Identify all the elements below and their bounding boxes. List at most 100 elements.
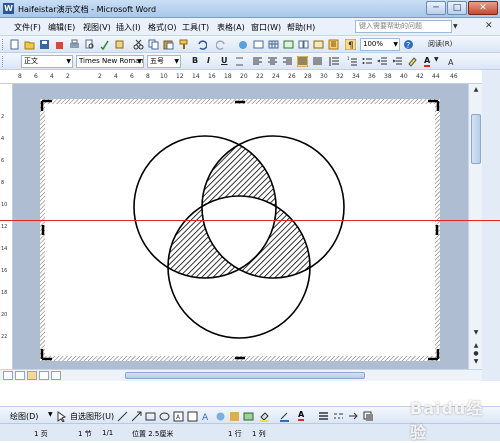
document-map-icon[interactable] <box>328 39 339 50</box>
bold-button[interactable]: B <box>192 56 198 65</box>
font-select[interactable]: Times New Roman ▼ <box>76 55 144 68</box>
close-document-button[interactable]: ✕ <box>485 21 493 31</box>
textbox-tool-icon[interactable]: A <box>173 411 184 422</box>
character-border-icon[interactable] <box>234 56 245 67</box>
normal-view-icon[interactable] <box>3 371 13 380</box>
picture-icon[interactable] <box>243 411 254 422</box>
drawing-toggle-icon[interactable] <box>313 39 324 50</box>
columns-icon[interactable] <box>298 39 309 50</box>
menu-file[interactable]: 文件(F) <box>14 22 41 33</box>
align-right-icon[interactable] <box>282 56 293 67</box>
style-select[interactable]: 正文 ▼ <box>21 55 73 68</box>
clip-art-icon[interactable] <box>229 411 240 422</box>
outline-view-icon[interactable] <box>39 371 49 380</box>
underline-button[interactable]: U <box>221 56 228 65</box>
line-tool-icon[interactable] <box>117 411 128 422</box>
open-folder-icon[interactable] <box>24 39 35 50</box>
horizontal-scrollbar[interactable] <box>0 369 482 381</box>
dash-style-icon[interactable] <box>333 411 344 422</box>
insert-excel-icon[interactable] <box>283 39 294 50</box>
bullets-icon[interactable] <box>362 56 373 67</box>
menu-tools[interactable]: 工具(T) <box>182 22 209 33</box>
menu-table[interactable]: 表格(A) <box>217 22 245 33</box>
zoom-select[interactable]: 100% ▼ <box>360 38 400 51</box>
font-size-select[interactable]: 五号 ▼ <box>147 55 181 68</box>
insert-table-icon[interactable] <box>268 39 279 50</box>
decrease-indent-icon[interactable] <box>377 56 388 67</box>
shadow-style-icon[interactable] <box>363 411 374 422</box>
justify-icon[interactable] <box>297 56 308 67</box>
line-spacing-icon[interactable] <box>329 56 340 67</box>
new-document-icon[interactable] <box>9 39 20 50</box>
web-view-icon[interactable] <box>15 371 25 380</box>
align-center-icon[interactable] <box>267 56 278 67</box>
help-dropdown-icon[interactable]: ▼ <box>453 23 458 30</box>
menu-help[interactable]: 帮助(H) <box>287 22 315 33</box>
toolbar-grip[interactable] <box>2 39 5 50</box>
menu-edit[interactable]: 编辑(E) <box>48 22 75 33</box>
toolbar-grip[interactable] <box>2 56 5 67</box>
research-icon[interactable] <box>114 39 125 50</box>
fill-color-icon[interactable] <box>259 411 270 422</box>
menu-window[interactable]: 窗口(W) <box>251 22 281 33</box>
scroll-thumb[interactable] <box>471 114 481 164</box>
redo-icon[interactable] <box>216 39 227 50</box>
line-color-icon[interactable] <box>279 411 290 422</box>
numbering-icon[interactable]: 1 <box>347 56 358 67</box>
draw-dropdown-icon[interactable]: ▼ <box>48 411 53 418</box>
oval-tool-icon[interactable] <box>159 411 170 422</box>
document-page[interactable] <box>40 99 440 361</box>
font-color-dropdown-icon[interactable]: ▼ <box>434 56 439 63</box>
increase-indent-icon[interactable] <box>392 56 403 67</box>
align-left-icon[interactable] <box>252 56 263 67</box>
vertical-textbox-icon[interactable] <box>187 411 198 422</box>
maximize-button[interactable]: □ <box>447 1 467 15</box>
permission-icon[interactable] <box>54 39 65 50</box>
undo-icon[interactable] <box>196 39 207 50</box>
menu-view[interactable]: 视图(V) <box>83 22 111 33</box>
vertical-scrollbar[interactable]: ▲ ▼ ▲ ● ▼ <box>468 84 482 369</box>
save-icon[interactable] <box>39 39 50 50</box>
select-objects-icon[interactable] <box>56 411 67 422</box>
line-style-icon[interactable] <box>318 411 329 422</box>
phonetic-guide-icon[interactable]: A <box>447 56 458 67</box>
document-area[interactable] <box>13 84 468 369</box>
copy-icon[interactable] <box>148 39 159 50</box>
help-icon[interactable]: ? <box>403 39 414 50</box>
cut-icon[interactable] <box>133 39 144 50</box>
vertical-ruler[interactable]: 2 4 6 8 10 12 14 16 18 20 22 <box>0 84 13 369</box>
menu-insert[interactable]: 插入(I) <box>116 22 141 33</box>
hyperlink-icon[interactable] <box>238 39 249 50</box>
diagram-icon[interactable] <box>215 411 226 422</box>
draw-font-color-icon[interactable]: A <box>298 411 305 421</box>
print-view-icon[interactable] <box>27 371 37 380</box>
arrow-tool-icon[interactable] <box>131 411 142 422</box>
italic-button[interactable]: I <box>207 56 210 65</box>
menu-format[interactable]: 格式(O) <box>148 22 177 33</box>
print-preview-icon[interactable] <box>84 39 95 50</box>
close-button[interactable]: ✕ <box>468 1 498 15</box>
horizontal-scroll-thumb[interactable] <box>125 372 365 379</box>
next-page-icon[interactable]: ▼ <box>471 358 481 368</box>
distributed-icon[interactable] <box>312 56 323 67</box>
arrow-style-icon[interactable] <box>348 411 359 422</box>
format-painter-icon[interactable] <box>178 39 189 50</box>
canvas-drawing[interactable] <box>40 99 440 361</box>
read-mode-button[interactable]: 阅读(R) <box>428 39 452 49</box>
help-search-input[interactable]: 键入需要帮助的问题 <box>355 20 452 33</box>
tables-borders-icon[interactable] <box>253 39 264 50</box>
scroll-down-icon[interactable]: ▼ <box>471 329 481 339</box>
paste-icon[interactable] <box>163 39 174 50</box>
scroll-up-icon[interactable]: ▲ <box>471 86 481 96</box>
rectangle-tool-icon[interactable] <box>145 411 156 422</box>
show-hide-icon[interactable]: ¶ <box>345 39 356 50</box>
spelling-icon[interactable] <box>99 39 110 50</box>
minimize-button[interactable]: ─ <box>426 1 446 15</box>
reading-view-icon[interactable] <box>51 371 61 380</box>
autoshapes-button[interactable]: 自选图形(U) <box>70 411 114 422</box>
wordart-icon[interactable]: A <box>201 411 212 422</box>
draw-menu-button[interactable]: 绘图(D) <box>10 411 38 422</box>
font-color-button[interactable]: A <box>424 56 431 67</box>
word-app-icon[interactable]: W <box>3 3 14 14</box>
highlight-icon[interactable] <box>407 56 418 67</box>
